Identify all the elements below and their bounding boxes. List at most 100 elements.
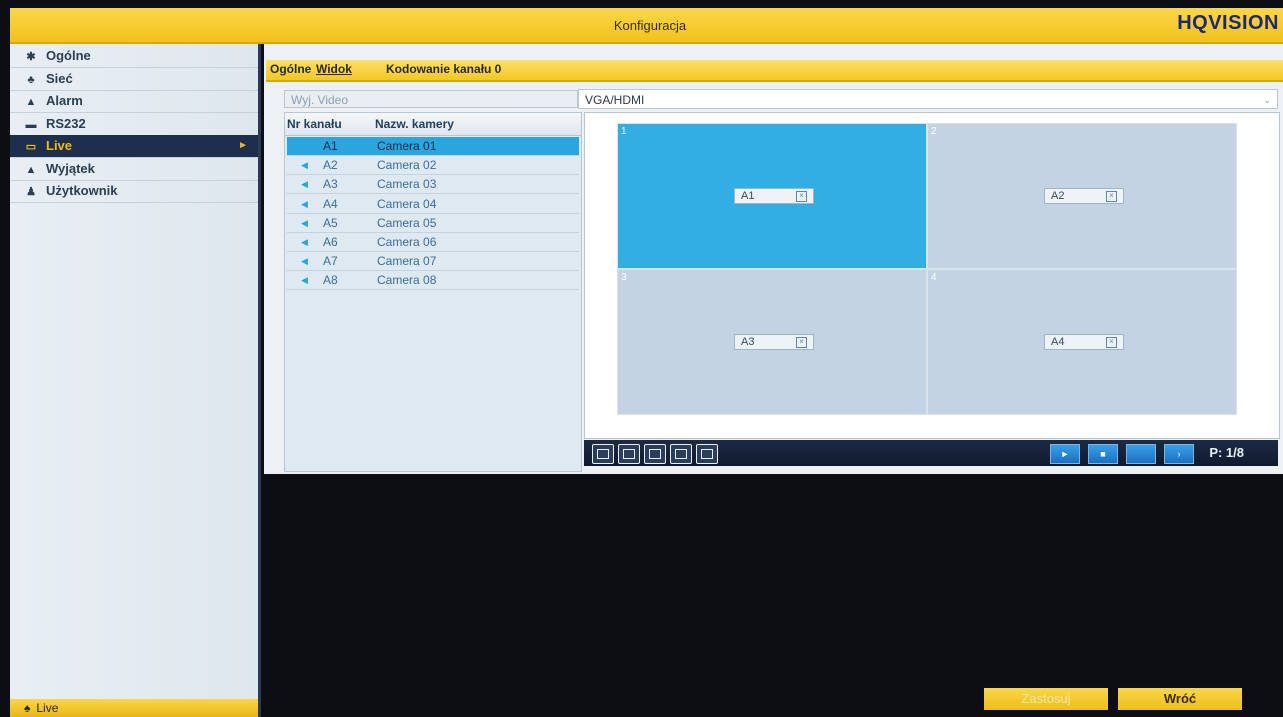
network-icon: ♣ bbox=[27, 73, 35, 86]
camera-channel-number: A6 bbox=[323, 235, 338, 249]
live-icon: ▭ bbox=[25, 141, 37, 153]
warning-icon: ▲ bbox=[25, 163, 37, 176]
camera-name: Camera 08 bbox=[377, 273, 437, 288]
camera-icon: ◀ bbox=[301, 237, 308, 247]
sidebar-item-rs232[interactable]: ▬ RS232 bbox=[10, 113, 258, 136]
camera-table-header: Nr kanału Nazw. kamery bbox=[285, 113, 581, 136]
layout-1plus7-icon-shape bbox=[675, 449, 687, 459]
home-icon: ♠ bbox=[24, 701, 31, 715]
preview-cell-3[interactable]: 3 A3 × bbox=[617, 269, 927, 415]
camera-row[interactable]: ◀ A5 Camera 05 bbox=[287, 214, 579, 233]
gear-icon: ✱ bbox=[26, 51, 36, 63]
preview-cell-4[interactable]: 4 A4 × bbox=[927, 269, 1237, 415]
camera-channel-number: A5 bbox=[323, 215, 338, 230]
cell-camera-name: A3 bbox=[741, 336, 755, 348]
tab-ogólne[interactable]: Ogólne bbox=[270, 62, 311, 76]
camera-channel-number: A8 bbox=[323, 273, 338, 288]
video-output-label: Wyj. Video bbox=[284, 90, 578, 108]
cell-camera-label: A1 × bbox=[734, 188, 814, 204]
next-page-icon[interactable]: › bbox=[1164, 444, 1194, 464]
layout-3x3-icon[interactable] bbox=[696, 444, 718, 464]
cell-index: 3 bbox=[621, 272, 627, 283]
apply-button[interactable]: Zastosuj bbox=[984, 688, 1108, 710]
stop-icon[interactable]: ■ bbox=[1088, 444, 1118, 464]
tab-kodowanie[interactable]: Kodowanie kanału 0 bbox=[386, 62, 501, 76]
camera-channel-number: A3 bbox=[323, 177, 338, 192]
camera-row[interactable]: ◀ A8 Camera 08 bbox=[287, 271, 579, 291]
camera-row[interactable]: ◀ A3 Camera 03 bbox=[287, 175, 579, 195]
prev-page-icon[interactable] bbox=[1126, 444, 1156, 464]
camera-channel-number: A1 bbox=[323, 139, 338, 153]
layout-3x3-icon-shape bbox=[701, 449, 713, 459]
close-icon[interactable]: × bbox=[1106, 337, 1117, 348]
cell-index: 2 bbox=[931, 126, 937, 137]
camera-channel-number: A7 bbox=[323, 254, 338, 269]
cell-index: 4 bbox=[931, 272, 937, 283]
sidebar-item-wyjątek[interactable]: ▲ Wyjątek bbox=[10, 158, 258, 181]
camera-name: Camera 02 bbox=[377, 158, 437, 173]
cell-camera-name: A4 bbox=[1051, 336, 1065, 348]
camera-table: Nr kanału Nazw. kamery ◀ A1 Camera 01 ◀ A2 Ca… bbox=[284, 112, 582, 472]
layout-1plus7-icon[interactable] bbox=[670, 444, 692, 464]
sidebar-item-label: Użytkownik bbox=[46, 183, 118, 198]
cell-camera-label: A4 × bbox=[1044, 334, 1124, 350]
preview-cell-1[interactable]: 1 A1 × bbox=[617, 123, 927, 269]
sidebar-item-ogólne[interactable]: ✱ Ogólne bbox=[10, 45, 258, 68]
tab-widok[interactable]: Widok bbox=[316, 62, 352, 76]
live-view-label: Live bbox=[36, 701, 59, 715]
close-icon[interactable]: × bbox=[1106, 191, 1117, 202]
camera-row[interactable]: ◀ A1 Camera 01 bbox=[287, 137, 579, 156]
sidebar-item-sieć[interactable]: ♣ Sieć bbox=[10, 68, 258, 91]
sidebar-item-label: Ogólne bbox=[46, 48, 91, 63]
camera-icon: ◀ bbox=[301, 217, 308, 228]
camera-icon: ◀ bbox=[301, 256, 308, 267]
camera-channel-number: A4 bbox=[323, 196, 338, 211]
layout-1plus5-icon-shape bbox=[649, 449, 661, 459]
play-icon[interactable]: ► bbox=[1050, 444, 1080, 464]
camera-icon: ◀ bbox=[301, 141, 308, 151]
sidebar-item-alarm[interactable]: ▲ Alarm bbox=[10, 90, 258, 113]
brand-logo: HQVISION bbox=[1177, 12, 1279, 34]
cell-index: 1 bbox=[621, 126, 627, 137]
camera-name: Camera 05 bbox=[377, 215, 437, 230]
cell-camera-label: A2 × bbox=[1044, 188, 1124, 204]
preview-cell-2[interactable]: 2 A2 × bbox=[927, 123, 1237, 269]
chevron-right-icon: ► bbox=[238, 140, 248, 151]
window-title: Konfiguracja bbox=[613, 18, 687, 33]
preview-control-strip: P: 1/8 ► ■ › bbox=[584, 440, 1278, 466]
cell-camera-label: A3 × bbox=[734, 334, 814, 350]
users-icon: ♟ bbox=[26, 186, 36, 198]
camera-row[interactable]: ◀ A6 Camera 06 bbox=[287, 233, 579, 252]
camera-name: Camera 04 bbox=[377, 196, 437, 211]
cell-camera-name: A2 bbox=[1051, 190, 1065, 202]
chevron-down-icon: ⌄ bbox=[1263, 95, 1271, 105]
close-icon[interactable]: × bbox=[796, 337, 807, 348]
sidebar-item-label: RS232 bbox=[46, 115, 86, 131]
video-output-select[interactable]: VGA/HDMI ⌄ bbox=[578, 89, 1278, 109]
camera-row[interactable]: ◀ A4 Camera 04 bbox=[287, 195, 579, 214]
sidebar-item-label: Wyjątek bbox=[46, 160, 95, 176]
layout-2x2-icon[interactable] bbox=[618, 444, 640, 464]
page-indicator: P: 1/8 bbox=[1209, 445, 1244, 460]
layout-2x2-icon-shape bbox=[623, 449, 635, 459]
camera-name: Camera 07 bbox=[377, 254, 437, 269]
camera-row[interactable]: ◀ A2 Camera 02 bbox=[287, 156, 579, 176]
header-camera-name: Nazw. kamery bbox=[375, 117, 454, 131]
camera-channel-number: A2 bbox=[323, 158, 338, 173]
back-button[interactable]: Wróć bbox=[1118, 688, 1242, 710]
layout-1plus5-icon[interactable] bbox=[644, 444, 666, 464]
cell-camera-name: A1 bbox=[741, 190, 755, 202]
sidebar-item-label: Alarm bbox=[46, 93, 83, 108]
camera-row[interactable]: ◀ A7 Camera 07 bbox=[287, 252, 579, 272]
sidebar-item-label: Live bbox=[46, 138, 73, 153]
close-icon[interactable]: × bbox=[796, 191, 807, 202]
layout-1x1-icon-shape bbox=[597, 449, 609, 459]
live-view-button[interactable]: ♠ Live bbox=[10, 699, 258, 717]
camera-icon: ◀ bbox=[301, 275, 308, 286]
camera-icon: ◀ bbox=[301, 198, 308, 209]
live-view-preview: 1 A1 × 2 A2 × 3 A3 × 4 A4 × bbox=[584, 112, 1280, 439]
sidebar-item-użytkownik[interactable]: ♟ Użytkownik bbox=[10, 180, 258, 203]
sidebar-item-live[interactable]: ▭ Live ► bbox=[10, 135, 258, 158]
sidebar: ✱ Ogólne ♣ Sieć ▲ Alarm ▬ RS232 ▭ Live ► ▲ Wyjątek ♟ U… bbox=[10, 44, 261, 717]
layout-1x1-icon[interactable] bbox=[592, 444, 614, 464]
